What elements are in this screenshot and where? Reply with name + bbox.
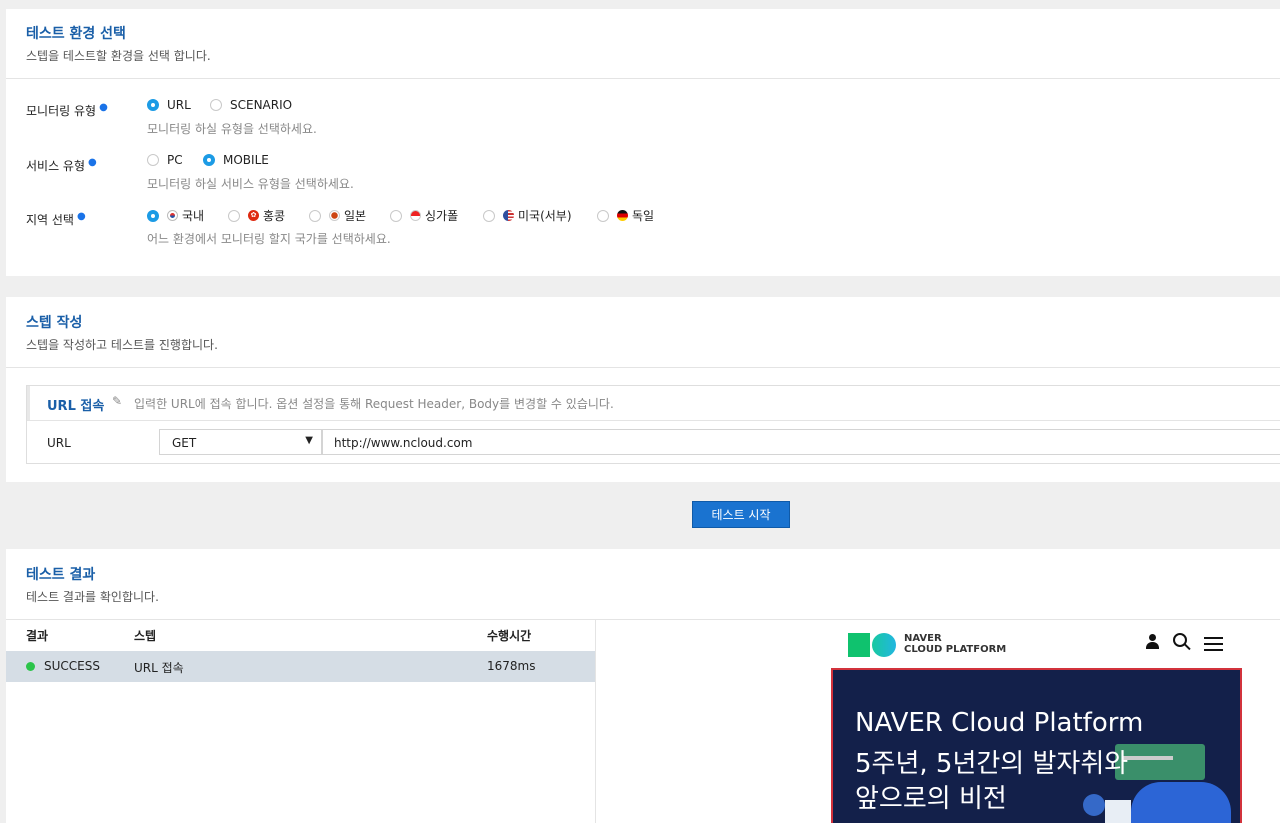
radio-url-dot[interactable] [147,99,159,111]
table-row[interactable]: SUCCESS URL 접속 1678ms [6,651,595,682]
radio-region-japan-label: 일본 [344,209,367,223]
radio-pc-dot[interactable] [147,154,159,166]
step-section-divider [6,367,1280,368]
region-label: 지역 선택 ● [26,211,86,228]
radio-region-hongkong-dot[interactable] [228,209,240,222]
radio-mobile-dot[interactable] [203,154,215,166]
service-type-label: 서비스 유형 ● [26,157,97,174]
radio-scenario-dot[interactable] [210,99,222,111]
radio-url[interactable]: URL [147,98,191,112]
radio-region-japan-dot[interactable] [309,209,321,222]
radio-region-us-west[interactable]: 미국(서부) [483,207,572,224]
banner-title-line3: 앞으로의 비전 [855,784,1007,814]
step-section: 스텝 작성 스텝을 작성하고 테스트를 진행합니다. URL 접속 ✎ 입력한 … [6,297,1280,482]
radio-pc-label: PC [167,153,183,167]
radio-region-us-west-label: 미국(서부) [518,209,572,223]
brand-name-line1: NAVER [904,633,942,644]
singapore-flag-icon [410,210,421,221]
env-section: 테스트 환경 선택 스텝을 테스트할 환경을 선택 합니다. 모니터링 유형 ● … [6,9,1280,276]
env-section-subtitle: 스텝을 테스트할 환경을 선택 합니다. [26,49,211,63]
http-method-value: GET [172,436,197,450]
radio-mobile-label: MOBILE [223,153,269,167]
row-duration: 1678ms [487,659,536,673]
monitoring-type-hint: 모니터링 하실 유형을 선택하세요. [147,122,317,136]
radio-url-label: URL [167,98,191,112]
hongkong-flag-icon: ✿ [248,210,259,221]
germany-flag-icon [617,210,628,221]
user-icon[interactable] [1145,634,1159,650]
required-mark: ● [76,211,86,222]
service-type-label-text: 서비스 유형 [26,159,86,173]
row-status: SUCCESS [44,659,100,673]
region-hint: 어느 환경에서 모니터링 할지 국가를 선택하세요. [147,232,391,246]
url-step-panel: URL 접속 ✎ 입력한 URL에 접속 합니다. 옵션 설정을 통해 Requ… [26,385,1280,464]
radio-region-hongkong-label: 홍콩 [263,209,286,223]
url-step-description: 입력한 URL에 접속 합니다. 옵션 설정을 통해 Request Heade… [134,397,614,411]
url-input[interactable]: http://www.ncloud.com [322,429,1280,455]
success-status-dot-icon [26,662,35,671]
column-header-step: 스텝 [134,629,157,643]
radio-region-singapore-dot[interactable] [390,209,402,222]
radio-region-singapore-label: 싱가폴 [425,209,459,223]
result-section-title: 테스트 결과 [26,567,96,583]
monitoring-type-label: 모니터링 유형 ● [26,102,108,119]
column-header-duration: 수행시간 [487,629,532,643]
region-label-text: 지역 선택 [26,213,74,227]
radio-pc[interactable]: PC [147,153,183,167]
url-step-title: URL 접속 [47,399,105,414]
step-section-title: 스텝 작성 [26,315,83,331]
result-table: 결과 스텝 수행시간 SUCCESS URL 접속 1678ms [6,620,596,823]
url-field-label: URL [47,436,71,450]
url-step-accent-bar [27,386,30,420]
banner-title-line1: NAVER Cloud Platform [855,708,1144,738]
radio-region-hongkong[interactable]: ✿ 홍콩 [228,207,285,224]
radio-region-germany-dot[interactable] [597,209,609,222]
edit-pencil-icon[interactable]: ✎ [112,394,122,408]
radio-region-japan[interactable]: 일본 [309,207,366,224]
required-mark: ● [88,157,97,168]
search-icon[interactable] [1173,633,1191,651]
service-type-hint: 모니터링 하실 서비스 유형을 선택하세요. [147,177,354,191]
usa-flag-icon [503,210,514,221]
start-test-button[interactable]: 테스트 시작 [692,501,790,528]
radio-mobile[interactable]: MOBILE [203,153,269,167]
row-step: URL 접속 [134,661,184,675]
radio-region-singapore[interactable]: 싱가폴 [390,207,458,224]
dropdown-arrow-icon: ▼ [305,435,313,446]
banner-title-line2: 5주년, 5년간의 발자취와 [855,749,1129,779]
step-section-subtitle: 스텝을 작성하고 테스트를 진행합니다. [26,338,218,352]
radio-region-korea[interactable]: 국내 [147,207,204,224]
http-method-select[interactable]: GET ▼ [159,429,322,455]
hamburger-menu-icon[interactable] [1204,637,1223,651]
result-section: 테스트 결과 테스트 결과를 확인합니다. 결과 스텝 수행시간 SUCCESS… [6,549,1280,823]
radio-region-us-west-dot[interactable] [483,209,495,222]
radio-region-korea-dot[interactable] [147,209,159,222]
japan-flag-icon [329,210,340,221]
radio-region-germany[interactable]: 독일 [597,207,654,224]
radio-region-germany-label: 독일 [632,209,655,223]
radio-scenario-label: SCENARIO [230,98,293,112]
required-mark: ● [99,102,108,113]
radio-region-korea-label: 국내 [182,209,205,223]
screenshot-preview: NAVER CLOUD PLATFORM NAVER Cloud Platfor… [596,620,1280,823]
ncloud-logo-icon [848,633,896,657]
monitoring-type-label-text: 모니터링 유형 [26,104,97,118]
column-header-result: 결과 [26,629,49,643]
promo-banner[interactable]: NAVER Cloud Platform 5주년, 5년간의 발자취와 앞으로의… [831,668,1242,823]
env-section-divider [6,78,1280,79]
korea-flag-icon [167,210,178,221]
url-input-value: http://www.ncloud.com [334,436,473,450]
url-step-panel-header: URL 접속 ✎ 입력한 URL에 접속 합니다. 옵션 설정을 통해 Requ… [27,386,1280,421]
brand-name-line2: CLOUD PLATFORM [904,644,1007,655]
radio-scenario[interactable]: SCENARIO [210,98,292,112]
result-section-subtitle: 테스트 결과를 확인합니다. [26,590,159,604]
env-section-title: 테스트 환경 선택 [26,26,126,42]
